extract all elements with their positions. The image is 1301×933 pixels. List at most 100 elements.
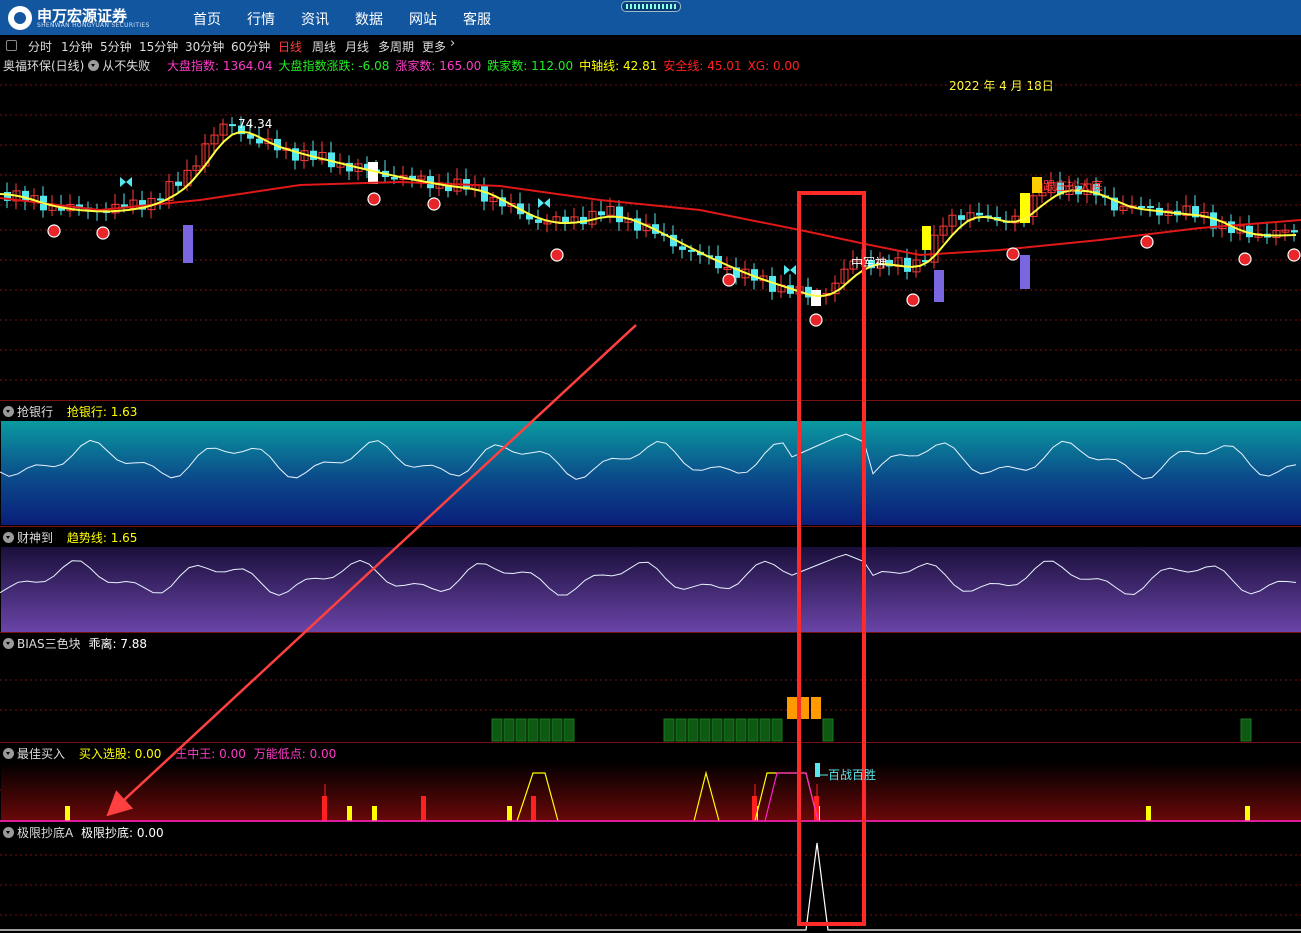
period-multi[interactable]: 多周期 [378,38,414,55]
high-price-label: 74.34 [238,117,273,131]
butterfly-icon [120,177,132,187]
special-bar [922,226,931,250]
ma-short-line [0,130,1297,298]
buy-signal-bar [1245,806,1250,821]
special-bar [183,225,193,263]
bias-block [515,718,527,742]
bias-block [822,718,834,742]
bzbs-marker [815,763,820,777]
candle-body [22,190,29,202]
jxcd-line [0,842,1301,931]
logo-subtitle: SHENWAN HONGYUAN SECURITIES [37,22,150,29]
bias-block [771,718,783,742]
buy-signal-bar [372,806,377,821]
signal-ball-icon [1140,235,1154,249]
candle-body [679,246,686,250]
candle-body [1291,230,1298,233]
special-bar [934,270,944,302]
right-label: 跟庄抄大底 [1043,179,1104,193]
candle-body [175,181,182,186]
bias-block [747,718,759,742]
bias-block [759,718,771,742]
butterfly-icon [784,265,796,275]
candle-body [616,206,623,223]
nav-news[interactable]: 资讯 [301,9,329,29]
center-label: 中军神 [851,256,888,270]
panel-bg-qyh [1,421,1301,525]
signal-ball-icon [427,197,441,211]
signal-ball-icon [96,226,110,240]
signal-ball-icon [1238,252,1252,266]
sell-signal-bar [531,796,536,821]
nav-data[interactable]: 数据 [355,9,383,29]
bias-block [539,718,551,742]
bias-block [711,718,723,742]
bias-block [735,718,747,742]
buy-signal-bar [347,806,352,821]
nav-market[interactable]: 行情 [247,9,275,29]
buy-signal-bar [65,806,70,821]
bias-block [699,718,711,742]
bias-block [723,718,735,742]
bias-block [675,718,687,742]
special-bar [368,162,378,184]
signal-ball-icon [550,248,564,262]
special-bar [811,290,821,306]
panel-bg-zjmr [1,762,1301,821]
bias-block [811,697,821,719]
candle-body [904,257,911,272]
candle-body [598,211,605,216]
candle-body [562,216,569,223]
nav-home[interactable]: 首页 [193,9,221,29]
candle-body [958,215,965,220]
period-daily[interactable]: 日线 [278,38,302,55]
candle-body [229,124,236,127]
period-30min[interactable]: 30分钟 [185,38,224,55]
sidebar-toggle-icon[interactable] [6,40,17,51]
period-monthly[interactable]: 月线 [345,38,369,55]
period-weekly[interactable]: 周线 [312,38,336,55]
period-more[interactable]: 更多 [422,38,446,55]
buy-signal-bar [1146,806,1151,821]
bias-block [687,718,699,742]
period-5min[interactable]: 5分钟 [100,38,132,55]
ma-long-line [0,180,1301,257]
bias-block [491,718,503,742]
butterfly-icon [538,198,550,208]
signal-ball-icon [722,273,736,287]
period-60min[interactable]: 60分钟 [231,38,270,55]
candle-body [391,177,398,180]
logo-icon [8,6,32,30]
signal-ball-icon [367,192,381,206]
chart-canvas[interactable] [0,55,1301,933]
bias-block [551,718,563,742]
bias-block [527,718,539,742]
nav-service[interactable]: 客服 [463,9,491,29]
bias-block [663,718,675,742]
sell-signal-bar [322,796,327,821]
scroll-handle[interactable] [621,1,681,12]
nav-website[interactable]: 网站 [409,9,437,29]
period-1min[interactable]: 1分钟 [61,38,93,55]
bzbs-label: 百战百胜 [828,768,877,782]
buy-signal-bar [507,806,512,821]
bias-block [563,718,575,742]
candle-body [535,219,542,223]
candle-body [1147,206,1154,209]
signal-ball-icon [906,293,920,307]
signal-ball-icon [809,313,823,327]
period-fenshi[interactable]: 分时 [28,38,52,55]
period-15min[interactable]: 15分钟 [139,38,178,55]
bias-block [1240,718,1252,742]
candle-body [976,212,983,216]
signal-ball-icon [47,224,61,238]
sell-signal-bar [421,796,426,821]
chevron-right-icon[interactable]: › [450,36,455,51]
signal-ball-icon [1006,247,1020,261]
special-bar [1020,255,1030,289]
bias-block [503,718,515,742]
special-bar [1032,177,1042,193]
signal-ball-icon [1287,248,1301,262]
bias-block [787,697,797,719]
panel-bg-csd [1,547,1301,632]
